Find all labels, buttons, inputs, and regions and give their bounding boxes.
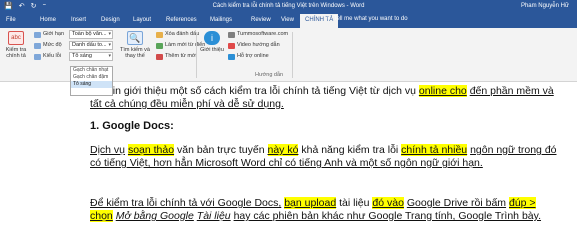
heading-google-docs: 1. Google Docs: xyxy=(90,120,174,132)
paragraph-google-docs: Dịch vụ soạn thảo văn bản trực tuyến này… xyxy=(90,144,557,169)
tell-me-text: Tell me what you want to do xyxy=(333,16,408,22)
tab-review[interactable]: Review xyxy=(251,16,271,24)
video-icon xyxy=(228,42,235,49)
ribbon-divider xyxy=(196,32,197,78)
add-word-icon xyxy=(156,53,163,60)
spell-check-label: Kiểm tra chính tả xyxy=(5,47,27,59)
refresh-dictionary-button[interactable]: Làm mới từ điển xyxy=(156,42,205,49)
muc-do-label: Mức độ xyxy=(34,42,62,49)
globe-icon xyxy=(228,31,235,38)
user-name[interactable]: Pham Nguyễn Hữ xyxy=(521,3,569,9)
tab-insert[interactable]: Insert xyxy=(71,16,86,24)
intro-button[interactable]: i Giới thiệu xyxy=(200,31,224,53)
paragraph-how-to: Để kiểm tra lỗi chính tả với Google Docs… xyxy=(90,197,542,222)
info-icon: i xyxy=(204,31,220,45)
dropdown-option[interactable]: Gạch chân nhạt xyxy=(71,67,112,74)
group-label-huong-dan: Hướng dẫn xyxy=(255,72,284,78)
ribbon-tabs: File Home Insert Design Layout Reference… xyxy=(0,13,577,28)
mark-combo[interactable]: Danh dấu to... ▾ xyxy=(69,41,113,50)
chevron-down-icon: ▾ xyxy=(108,42,111,48)
dropdown-option[interactable]: Gạch chân đậm xyxy=(71,74,112,81)
error-type-icon xyxy=(34,53,41,60)
window-title: Cách kiểm tra lỗi chính tả tiếng Việt tr… xyxy=(212,3,365,9)
document-area[interactable]: NS xin giới thiệu một số cách kiểm tra l… xyxy=(0,82,577,245)
lightbulb-icon: ♀ xyxy=(326,16,331,22)
support-icon xyxy=(228,53,235,60)
tab-layout[interactable]: Layout xyxy=(133,16,151,24)
paragraph-intro: NS xin giới thiệu một số cách kiểm tra l… xyxy=(90,85,554,110)
find-replace-button[interactable]: 🔍 Tìm kiếm và thay thế xyxy=(118,31,152,59)
tab-view[interactable]: View xyxy=(281,16,294,24)
video-guide-link[interactable]: Video hướng dẫn xyxy=(228,42,280,49)
ribbon-divider xyxy=(292,32,293,78)
chevron-down-icon: ▾ xyxy=(108,53,111,59)
tab-home[interactable]: Home xyxy=(40,16,56,24)
abc-check-icon: abc xyxy=(8,31,24,45)
tab-design[interactable]: Design xyxy=(101,16,120,24)
tell-me-box[interactable]: ♀ Tell me what you want to do xyxy=(326,16,408,22)
magnifier-icon: 🔍 xyxy=(127,31,143,45)
style-dropdown-list: Gạch chân nhạt Gạch chân đậm Tô sáng xyxy=(70,66,113,96)
kieu-loi-label: Kiểu lỗi xyxy=(34,53,61,60)
delete-marks-button[interactable]: Xóa đánh dấu xyxy=(156,31,199,38)
add-word-button[interactable]: Thêm từ mới xyxy=(156,53,197,60)
title-bar: 💾 ↶ ↻ ⁼ Cách kiểm tra lỗi chính tả tiếng… xyxy=(0,0,577,13)
tab-mailings[interactable]: Mailings xyxy=(210,16,232,24)
limit-icon xyxy=(34,31,41,38)
style-combo[interactable]: Tô sáng ▾ xyxy=(69,52,113,61)
tab-file[interactable]: File xyxy=(6,16,16,24)
website-link[interactable]: Tummosoftware.com xyxy=(228,31,288,38)
online-support-link[interactable]: Hỗ trợ online xyxy=(228,53,269,60)
level-icon xyxy=(34,42,41,49)
chevron-down-icon: ▾ xyxy=(108,31,111,37)
eraser-icon xyxy=(156,31,163,38)
gioi-han-label: Giới hạn xyxy=(34,31,64,38)
refresh-icon xyxy=(156,42,163,49)
tab-references[interactable]: References xyxy=(166,16,197,24)
scope-combo[interactable]: Toàn bộ văn... ▾ xyxy=(69,30,113,39)
dropdown-option-selected[interactable]: Tô sáng xyxy=(71,81,112,88)
spell-check-button[interactable]: abc Kiểm tra chính tả xyxy=(3,31,29,59)
